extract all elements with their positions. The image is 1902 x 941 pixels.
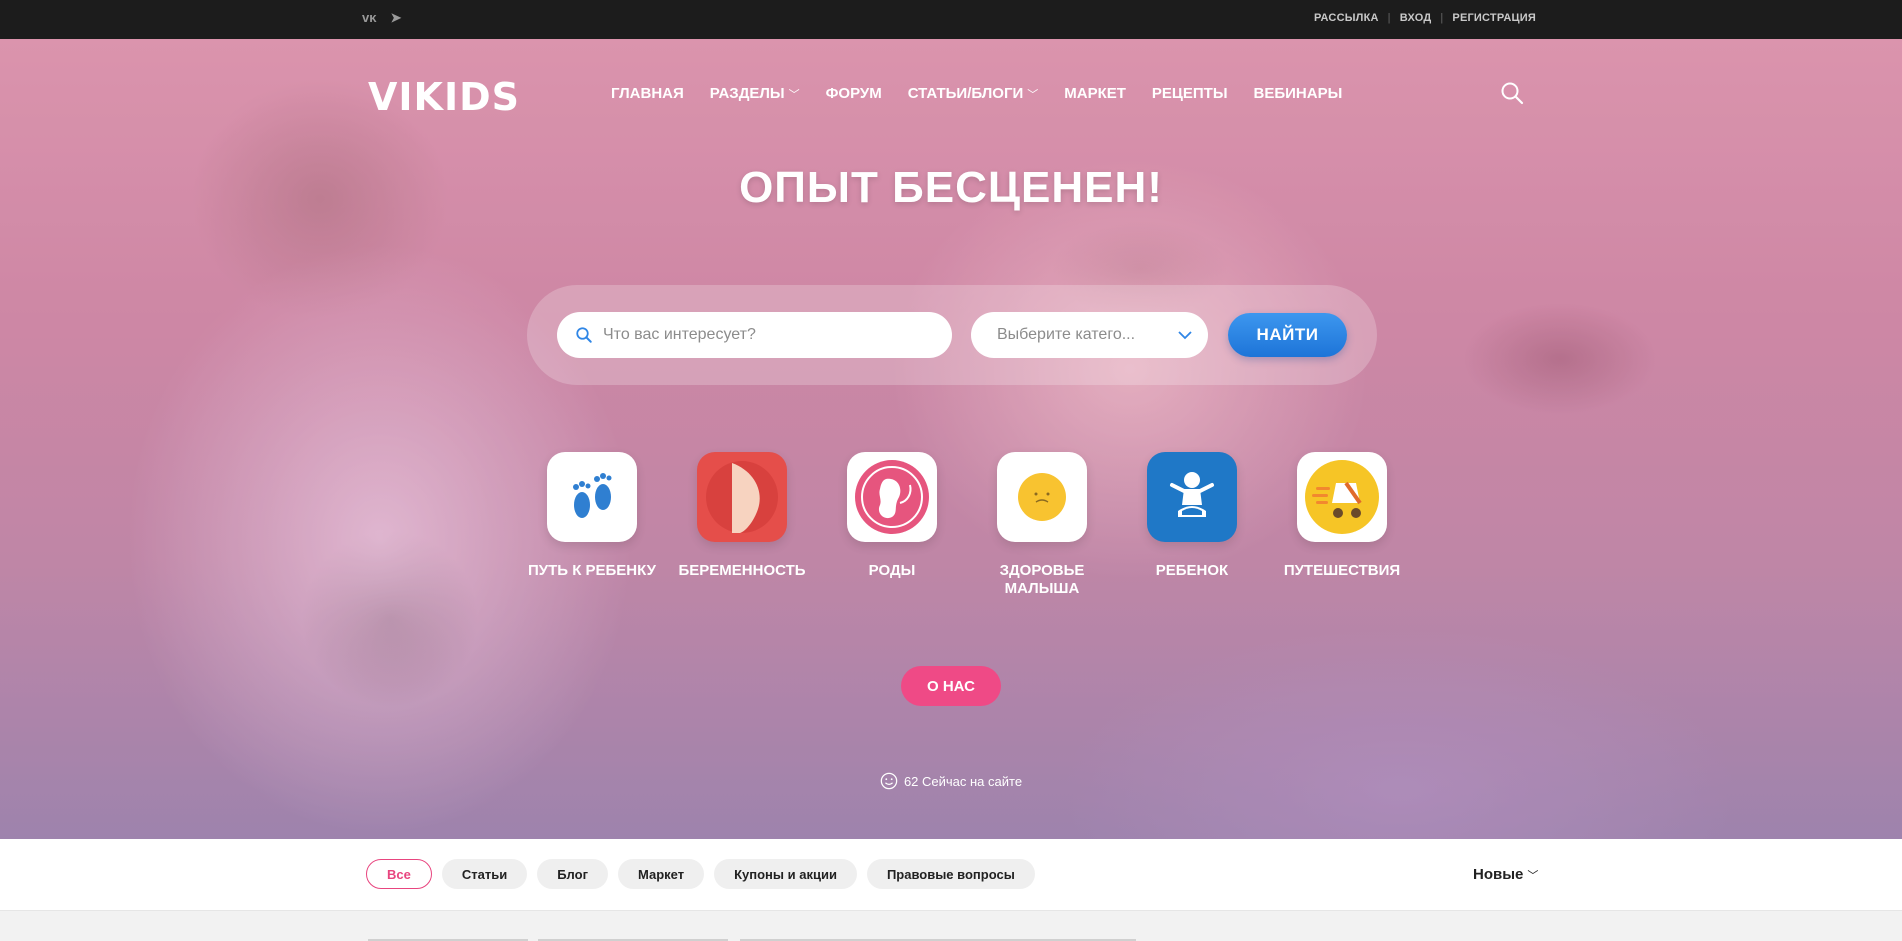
online-counter-text: 62 Сейчас на сайте <box>903 773 1023 789</box>
nav-item-forum[interactable]: ФОРУМ <box>826 85 882 102</box>
embryo-icon <box>855 460 929 534</box>
pregnancy-icon <box>706 461 778 533</box>
search-field[interactable] <box>557 312 952 358</box>
category-tile <box>1297 452 1387 542</box>
category-select[interactable]: Выберите катего... <box>971 312 1208 358</box>
hero-section: VIKIDS ГЛАВНАЯ РАЗДЕЛЫ ﹀ ФОРУМ СТАТЬИ/БЛО… <box>0 39 1902 839</box>
chevron-down-icon: ﹀ <box>1027 88 1039 101</box>
smiley-icon <box>1018 473 1066 521</box>
smiley-icon <box>880 772 898 790</box>
category-item-baby-health[interactable]: ЗДОРОВЬЕ МАЛЫША <box>967 452 1117 598</box>
category-tile <box>997 452 1087 542</box>
search-submit-button[interactable]: НАЙТИ <box>1228 313 1347 357</box>
nav-item-sections[interactable]: РАЗДЕЛЫ ﹀ <box>710 85 800 102</box>
stroller-icon <box>1305 460 1379 534</box>
about-button[interactable]: О НАС <box>901 666 1001 706</box>
filter-chip-market[interactable]: Маркет <box>618 859 705 889</box>
category-tile <box>1147 452 1237 542</box>
chevron-down-icon: ﹀ <box>788 88 800 101</box>
nav-item-home[interactable]: ГЛАВНАЯ <box>611 85 684 102</box>
nav-item-webinars[interactable]: ВЕБИНАРЫ <box>1254 85 1343 102</box>
category-item-travel[interactable]: ПУТЕШЕСТВИЯ <box>1267 452 1417 598</box>
nav-item-label: СТАТЬИ/БЛОГИ <box>907 85 1024 102</box>
login-link[interactable]: ВХОД <box>1400 12 1432 24</box>
nav-item-label: ФОРУМ <box>825 85 882 102</box>
filter-chip-blog[interactable]: Блог <box>537 859 608 889</box>
category-label: РЕБЕНОК <box>1155 562 1229 579</box>
filter-bar: Все Статьи Блог Маркет Купоны и акции Пр… <box>0 839 1902 911</box>
filter-chip-all[interactable]: Все <box>366 859 432 889</box>
sort-label: Новые <box>1473 866 1524 883</box>
category-label: РОДЫ <box>868 562 916 579</box>
filter-chip-legal[interactable]: Правовые вопросы <box>866 859 1035 889</box>
category-list: ПУТЬ К РЕБЕНКУ БЕРЕМЕННОСТЬ РОДЫ ЗДОРОВЬ… <box>517 452 1417 598</box>
category-label: БЕРЕМЕННОСТЬ <box>678 562 806 579</box>
divider: | <box>1387 12 1391 24</box>
category-label: ПУТЕШЕСТВИЯ <box>1283 562 1401 579</box>
category-label: ЗДОРОВЬЕ МАЛЫША <box>999 562 1085 597</box>
footprints-icon <box>573 473 612 518</box>
auth-links: РАССЫЛКА | ВХОД | РЕГИСТРАЦИЯ <box>1314 12 1536 24</box>
nav-item-market[interactable]: МАРКЕТ <box>1064 85 1126 102</box>
chevron-down-icon <box>1178 331 1192 340</box>
page-title: ОПЫТ БЕСЦЕНЕН! <box>739 163 1163 212</box>
category-select-value: Выберите катего... <box>997 326 1136 343</box>
sort-dropdown[interactable]: Новые ﹀ <box>1473 866 1538 883</box>
category-tile <box>547 452 637 542</box>
category-label: ПУТЬ К РЕБЕНКУ <box>527 562 657 579</box>
search-input[interactable] <box>603 326 923 344</box>
nav-item-label: МАРКЕТ <box>1064 85 1126 102</box>
nav-item-label: РАЗДЕЛЫ <box>709 85 785 102</box>
category-item-pregnancy[interactable]: БЕРЕМЕННОСТЬ <box>667 452 817 598</box>
nav-item-label: ВЕБИНАРЫ <box>1253 85 1343 102</box>
filter-chip-coupons[interactable]: Купоны и акции <box>714 859 857 889</box>
category-tile <box>697 452 787 542</box>
filter-chip-articles[interactable]: Статьи <box>441 859 528 889</box>
logo[interactable]: VIKIDS <box>368 75 520 119</box>
divider: | <box>1440 12 1444 24</box>
chevron-down-icon: ﹀ <box>1527 869 1539 882</box>
top-bar: ᴠᴋ ➤ РАССЫЛКА | ВХОД | РЕГИСТРАЦИЯ <box>0 0 1902 39</box>
baby-icon <box>1170 472 1214 517</box>
register-link[interactable]: РЕГИСТРАЦИЯ <box>1452 12 1536 24</box>
nav-item-label: ГЛАВНАЯ <box>611 85 684 102</box>
nav-item-articles[interactable]: СТАТЬИ/БЛОГИ ﹀ <box>908 85 1039 102</box>
logo-text: VIKIDS <box>368 75 521 119</box>
content-area <box>0 911 1902 941</box>
telegram-icon[interactable]: ➤ <box>390 10 401 26</box>
social-links: ᴠᴋ ➤ <box>362 10 401 26</box>
category-item-birth[interactable]: РОДЫ <box>817 452 967 598</box>
category-tile <box>847 452 937 542</box>
category-item-child[interactable]: РЕБЕНОК <box>1117 452 1267 598</box>
newsletter-link[interactable]: РАССЫЛКА <box>1314 12 1379 24</box>
nav-item-recipes[interactable]: РЕЦЕПТЫ <box>1152 85 1228 102</box>
search-icon[interactable] <box>1500 81 1524 105</box>
vk-icon[interactable]: ᴠᴋ <box>362 10 376 26</box>
search-icon <box>576 327 592 343</box>
category-item-path-to-child[interactable]: ПУТЬ К РЕБЕНКУ <box>517 452 667 598</box>
online-counter: 62 Сейчас на сайте <box>0 772 1902 790</box>
nav-item-label: РЕЦЕПТЫ <box>1151 85 1228 102</box>
filter-chips: Все Статьи Блог Маркет Купоны и акции Пр… <box>366 859 1035 889</box>
main-nav: ГЛАВНАЯ РАЗДЕЛЫ ﹀ ФОРУМ СТАТЬИ/БЛОГИ ﹀ МАР… <box>611 85 1342 102</box>
